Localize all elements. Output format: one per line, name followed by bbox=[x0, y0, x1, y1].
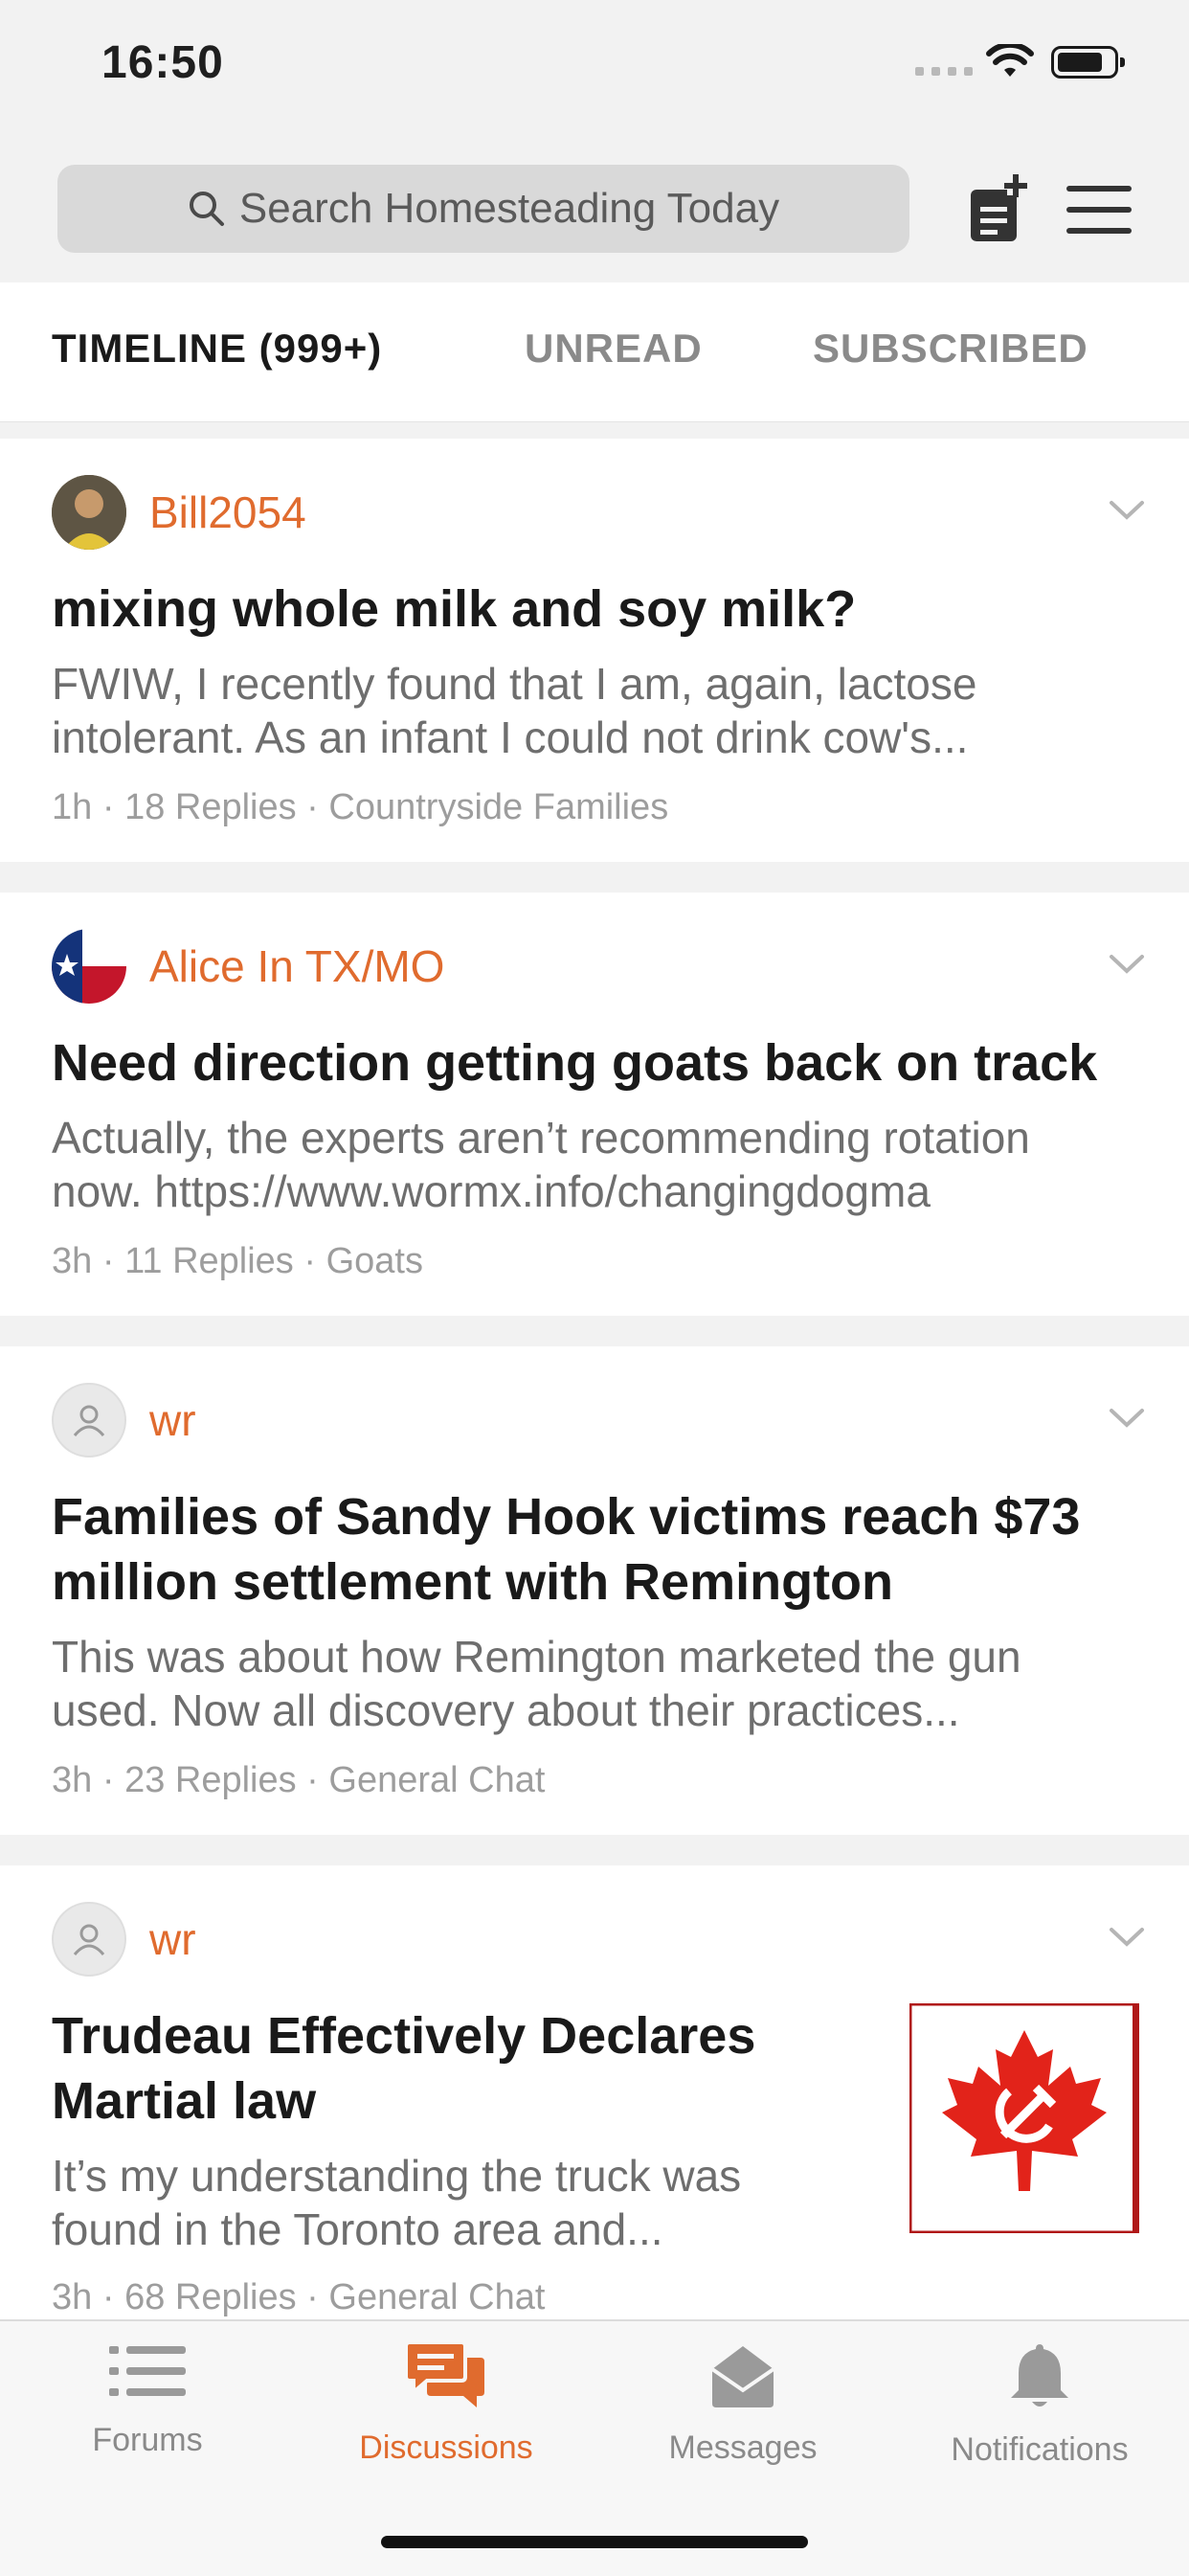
search-bar[interactable]: Search Homesteading Today bbox=[57, 165, 909, 253]
forum-name: Goats bbox=[325, 1241, 423, 1281]
discussion-card[interactable]: wr Families of Sandy Hook victims reach … bbox=[0, 1346, 1189, 1835]
search-placeholder: Search Homesteading Today bbox=[238, 185, 780, 232]
tab-discussions[interactable]: Discussions bbox=[322, 2340, 571, 2467]
envelope-open-icon bbox=[710, 2346, 775, 2407]
post-title[interactable]: Trudeau Effectively Declares Martial law bbox=[52, 2003, 856, 2134]
avatar bbox=[52, 475, 126, 550]
tab-notifications[interactable]: Notifications bbox=[915, 2340, 1164, 2469]
tab-timeline[interactable]: TIMELINE (999+) bbox=[52, 326, 382, 372]
author-name[interactable]: wr bbox=[149, 1913, 196, 1965]
chevron-down-icon[interactable] bbox=[1109, 954, 1145, 975]
author-name[interactable]: wr bbox=[149, 1394, 196, 1446]
status-time: 16:50 bbox=[101, 37, 224, 88]
tab-messages-label: Messages bbox=[668, 2429, 818, 2466]
post-title[interactable]: Need direction getting goats back on tra… bbox=[52, 1030, 1153, 1096]
post-meta: 3h · 11 Replies · Goats bbox=[52, 1241, 423, 1281]
new-post-icon[interactable] bbox=[967, 174, 1030, 243]
discussion-card[interactable]: wr Trudeau Effectively Declares Martial … bbox=[0, 1865, 1189, 2319]
tab-subscribed[interactable]: SUBSCRIBED bbox=[813, 326, 1088, 372]
post-meta: 1h · 18 Replies · Countryside Families bbox=[52, 787, 669, 827]
user-placeholder-icon bbox=[73, 1405, 105, 1436]
post-time: 3h bbox=[52, 1760, 93, 1800]
chevron-down-icon[interactable] bbox=[1109, 500, 1145, 521]
post-time: 3h bbox=[52, 1241, 93, 1281]
chevron-down-icon[interactable] bbox=[1109, 1927, 1145, 1948]
reply-count: 18 Replies bbox=[124, 787, 297, 827]
user-placeholder-icon bbox=[73, 1924, 105, 1955]
app-header: Search Homesteading Today bbox=[0, 134, 1189, 282]
tab-discussions-label: Discussions bbox=[359, 2429, 533, 2466]
post-excerpt: Actually, the experts aren’t recommendin… bbox=[52, 1113, 1030, 1216]
author-name[interactable]: Alice In TX/MO bbox=[149, 940, 444, 992]
chevron-down-icon[interactable] bbox=[1109, 1408, 1145, 1429]
reply-count: 11 Replies bbox=[124, 1241, 294, 1281]
tab-notifications-label: Notifications bbox=[951, 2431, 1129, 2468]
feed-tabs: TIMELINE (999+) UNREAD SUBSCRIBED bbox=[0, 282, 1189, 422]
hamburger-menu-icon[interactable] bbox=[1066, 186, 1132, 249]
post-excerpt: FWIW, I recently found that I am, again,… bbox=[52, 659, 977, 762]
post-time: 3h bbox=[52, 2277, 93, 2317]
tab-forums[interactable]: Forums bbox=[23, 2340, 272, 2459]
tab-unread[interactable]: UNREAD bbox=[525, 326, 703, 372]
wifi-icon bbox=[986, 44, 1034, 77]
cellular-signal-icon bbox=[915, 67, 973, 76]
tab-messages[interactable]: Messages bbox=[618, 2340, 867, 2467]
avatar bbox=[52, 1383, 126, 1457]
list-icon bbox=[109, 2346, 186, 2396]
post-thumbnail-image[interactable] bbox=[909, 2003, 1139, 2233]
forum-name: Countryside Families bbox=[328, 787, 669, 827]
post-excerpt: This was about how Remington marketed th… bbox=[52, 1632, 1021, 1735]
avatar bbox=[52, 1902, 126, 1977]
discussion-card[interactable]: Alice In TX/MO Need direction getting go… bbox=[0, 893, 1189, 1316]
battery-icon bbox=[1051, 46, 1125, 79]
post-meta: 3h · 23 Replies · General Chat bbox=[52, 1760, 546, 1800]
post-excerpt: It’s my understanding the truck was foun… bbox=[52, 2151, 742, 2254]
post-title[interactable]: mixing whole milk and soy milk? bbox=[52, 576, 1133, 642]
forum-name: General Chat bbox=[328, 1760, 546, 1800]
tab-forums-label: Forums bbox=[92, 2422, 203, 2458]
discussion-card[interactable]: Bill2054 mixing whole milk and soy milk?… bbox=[0, 439, 1189, 862]
post-time: 1h bbox=[52, 787, 93, 827]
author-name[interactable]: Bill2054 bbox=[149, 486, 306, 538]
forum-name: General Chat bbox=[328, 2277, 546, 2317]
reply-count: 68 Replies bbox=[124, 2277, 297, 2317]
chat-bubbles-icon bbox=[404, 2340, 484, 2407]
search-icon bbox=[189, 192, 224, 226]
avatar bbox=[52, 929, 126, 1004]
reply-count: 23 Replies bbox=[124, 1760, 297, 1800]
post-title[interactable]: Families of Sandy Hook victims reach $73… bbox=[52, 1484, 1133, 1615]
home-indicator bbox=[381, 2536, 808, 2548]
post-meta: 3h · 68 Replies · General Chat bbox=[52, 2277, 546, 2317]
status-bar: 16:50 bbox=[0, 0, 1189, 134]
bell-icon bbox=[1011, 2344, 1068, 2407]
